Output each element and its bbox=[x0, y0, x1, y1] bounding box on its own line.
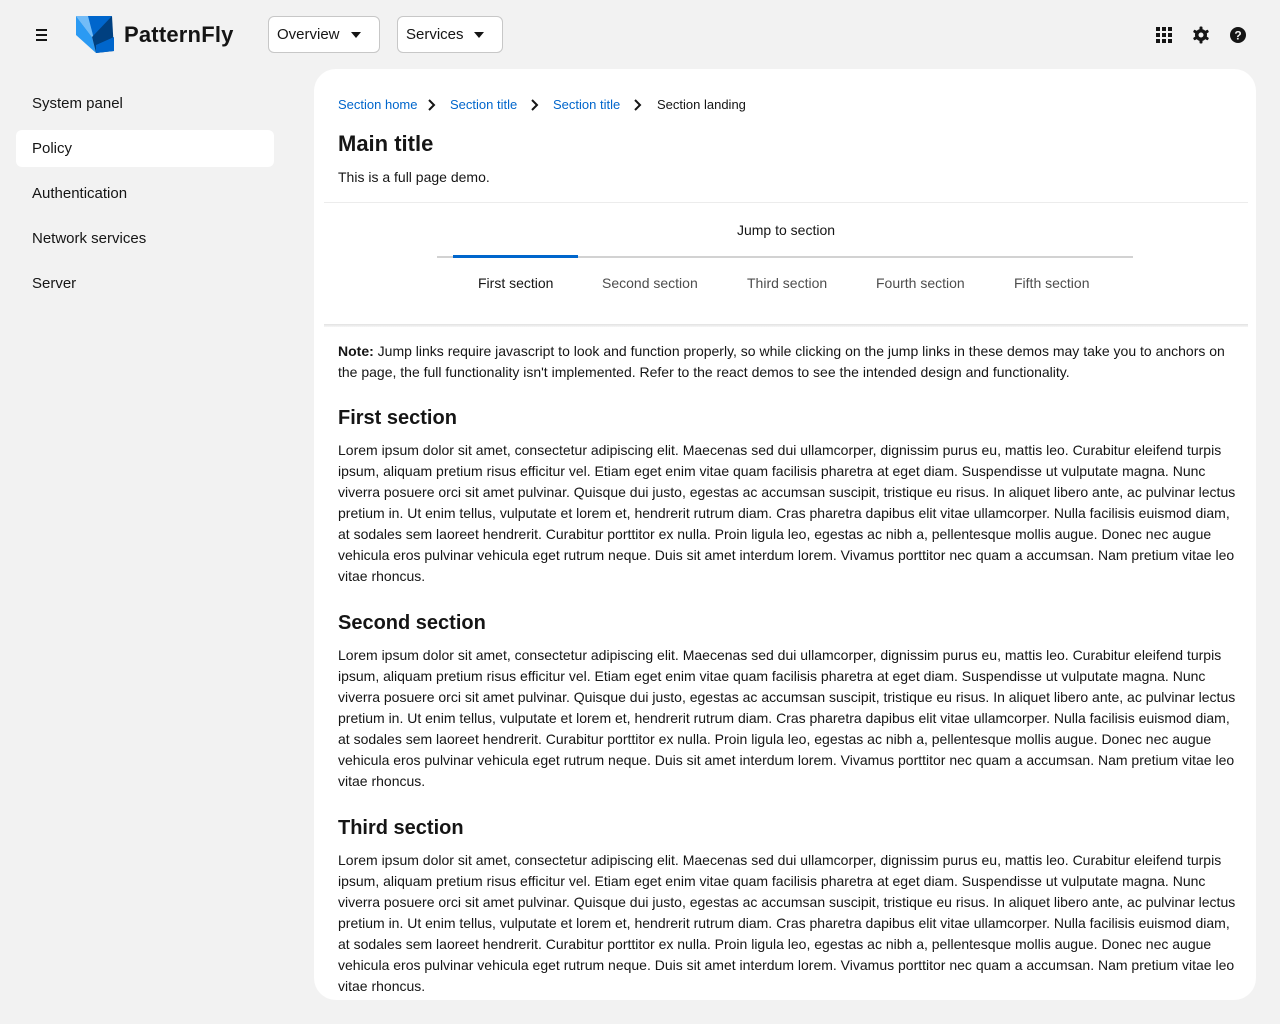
sidebar-item-network-services[interactable]: Network services bbox=[16, 220, 274, 257]
sidebar-item-server[interactable]: Server bbox=[16, 265, 274, 302]
hamburger-menu-icon[interactable] bbox=[33, 27, 51, 43]
section-title-first: First section bbox=[338, 407, 457, 429]
note-text: Note: Jump links require javascript to l… bbox=[338, 341, 1238, 383]
section-body-first: Lorem ipsum dolor sit amet, consectetur … bbox=[338, 442, 1236, 584]
services-select-label: Services bbox=[406, 26, 464, 43]
brand-name: PatternFly bbox=[124, 22, 234, 47]
page-subtitle: This is a full page demo. bbox=[338, 169, 490, 185]
sidebar-item-label: Server bbox=[32, 275, 77, 292]
breadcrumb-current: Section landing bbox=[657, 97, 746, 112]
sidebar-item-policy[interactable]: Policy bbox=[16, 130, 274, 167]
sidebar-item-authentication[interactable]: Authentication bbox=[16, 175, 274, 212]
help-icon[interactable]: ? bbox=[1228, 25, 1248, 45]
jump-links-active-indicator bbox=[453, 255, 578, 258]
services-select[interactable]: Services bbox=[397, 16, 503, 53]
chevron-right-icon bbox=[634, 99, 642, 111]
breadcrumb-link-section-home[interactable]: Section home bbox=[338, 97, 418, 112]
jump-links: Jump to section First section Second sec… bbox=[324, 203, 1248, 325]
main-panel: Section home Section title Section title… bbox=[314, 69, 1256, 1000]
page-title: Main title bbox=[338, 131, 434, 156]
breadcrumb-link-section-title-2[interactable]: Section title bbox=[553, 97, 620, 112]
note-body: Jump links require javascript to look an… bbox=[338, 343, 1225, 380]
jump-link-fifth-section[interactable]: Fifth section bbox=[1014, 275, 1089, 291]
overview-select-label: Overview bbox=[277, 26, 340, 43]
jump-link-third-section[interactable]: Third section bbox=[747, 275, 827, 291]
section-title-third: Third section bbox=[338, 817, 464, 839]
section-body-third: Lorem ipsum dolor sit amet, consectetur … bbox=[338, 852, 1236, 994]
jump-links-shadow bbox=[324, 324, 1248, 327]
sidebar-item-system-panel[interactable]: System panel bbox=[16, 85, 274, 122]
grid-icon[interactable] bbox=[1154, 25, 1174, 45]
section-title-second: Second section bbox=[338, 612, 486, 634]
sidebar-item-label: System panel bbox=[32, 95, 123, 112]
masthead: PatternFly Overview Services ? bbox=[0, 0, 1280, 69]
gear-icon[interactable] bbox=[1191, 25, 1211, 45]
patternfly-logo-icon bbox=[76, 16, 114, 53]
svg-text:?: ? bbox=[1234, 29, 1241, 43]
content: Note: Jump links require javascript to l… bbox=[338, 341, 1238, 994]
chevron-right-icon bbox=[428, 99, 436, 111]
caret-down-icon bbox=[351, 32, 361, 38]
jump-links-label: Jump to section bbox=[736, 222, 836, 238]
note-prefix: Note: bbox=[338, 343, 374, 359]
section-body-second: Lorem ipsum dolor sit amet, consectetur … bbox=[338, 647, 1236, 789]
caret-down-icon bbox=[474, 32, 484, 38]
chevron-right-icon bbox=[531, 99, 539, 111]
overview-select[interactable]: Overview bbox=[268, 16, 380, 53]
sidebar-item-label: Authentication bbox=[32, 185, 128, 202]
breadcrumb-link-section-title[interactable]: Section title bbox=[450, 97, 517, 112]
jump-link-second-section[interactable]: Second section bbox=[602, 275, 698, 291]
jump-link-fourth-section[interactable]: Fourth section bbox=[876, 275, 965, 291]
jump-link-first-section[interactable]: First section bbox=[478, 275, 553, 291]
sidebar-item-label: Policy bbox=[32, 140, 73, 157]
sidebar-item-label: Network services bbox=[32, 230, 147, 247]
brand[interactable]: PatternFly bbox=[76, 15, 234, 55]
